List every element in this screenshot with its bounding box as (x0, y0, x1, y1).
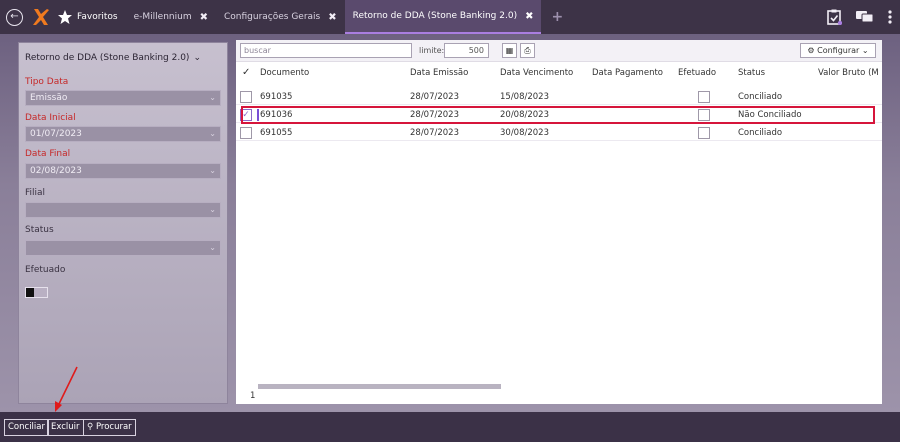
tab-configuracoes-gerais[interactable]: Configurações Gerais ✖ (216, 0, 345, 34)
emissao-cell: 28/07/2023 (410, 92, 459, 102)
search-icon: ⚲ (87, 422, 94, 432)
data-final-label: Data Final (25, 149, 71, 159)
chevron-down-icon: ⌄ (209, 129, 216, 138)
table-row[interactable]: 691055 28/07/2023 30/08/2023 Conciliado (236, 125, 882, 141)
export-icon[interactable]: ▦ (502, 43, 517, 58)
procurar-label: Procurar (95, 422, 132, 432)
data-final-value: 02/08/2023 (30, 166, 82, 176)
status-cell: Conciliado (738, 92, 783, 102)
limit-input[interactable]: 500 (444, 43, 489, 58)
filial-label: Filial (25, 188, 46, 198)
column-header[interactable]: Data Emissão (410, 68, 468, 78)
row-checkbox[interactable] (240, 91, 252, 103)
grid-toolbar: buscar limite: 500 ▦ ⎙ ⚙ Configurar ⌄ (236, 40, 882, 62)
efetuado-checkbox[interactable] (698, 91, 710, 103)
column-header[interactable]: Status (738, 68, 765, 78)
status-cell: Conciliado (738, 128, 783, 138)
column-header[interactable]: Data Pagamento (592, 68, 663, 78)
top-right-actions (826, 0, 892, 34)
column-header[interactable]: Efetuado (678, 68, 716, 78)
chevron-down-icon: ⌄ (209, 93, 216, 102)
column-header[interactable]: Data Vencimento (500, 68, 573, 78)
conciliar-button[interactable]: Conciliar (4, 419, 49, 436)
chevron-down-icon: ⌄ (861, 46, 869, 55)
filter-title-text: Retorno de DDA (Stone Banking 2.0) (25, 53, 190, 63)
chevron-down-icon: ⌄ (209, 205, 216, 214)
filial-select[interactable]: ⌄ (25, 202, 221, 218)
tab-label: e-Millennium (133, 12, 192, 22)
tab-favoritos[interactable]: Favoritos (73, 0, 126, 34)
tab-label: Configurações Gerais (223, 12, 321, 22)
data-inicial-field[interactable]: 01/07/2023 ⌄ (25, 126, 221, 142)
chevron-down-icon: ⌄ (193, 53, 201, 63)
chevron-down-icon: ⌄ (209, 243, 216, 252)
close-icon[interactable]: ✖ (328, 12, 336, 23)
tab-e-millennium[interactable]: e-Millennium ✖ (126, 0, 216, 34)
table-row[interactable]: 691035 28/07/2023 15/08/2023 Conciliado (236, 89, 882, 105)
vencimento-cell: 30/08/2023 (500, 128, 549, 138)
close-icon[interactable]: ✖ (200, 12, 208, 23)
excluir-button[interactable]: Excluir (47, 419, 84, 436)
tipo-data-value: Emissão (30, 93, 68, 103)
kebab-menu-icon[interactable] (888, 10, 892, 24)
configurar-button[interactable]: ⚙ Configurar ⌄ (800, 43, 876, 58)
emissao-cell: 28/07/2023 (410, 128, 459, 138)
search-input[interactable]: buscar (240, 43, 412, 58)
column-header[interactable]: Documento (260, 68, 309, 78)
bottom-action-bar: Conciliar Excluir ⚲ Procurar (0, 412, 900, 442)
status-select[interactable]: ⌄ (25, 240, 221, 256)
back-arrow-circle-icon[interactable]: ← (6, 8, 23, 26)
data-final-field[interactable]: 02/08/2023 ⌄ (25, 163, 221, 179)
main-area: Retorno de DDA (Stone Banking 2.0) ⌄ Tip… (0, 34, 900, 412)
filter-title[interactable]: Retorno de DDA (Stone Banking 2.0) ⌄ (25, 53, 201, 63)
selected-row-highlight (241, 106, 875, 124)
efetuado-checkbox[interactable] (698, 127, 710, 139)
chat-icon[interactable] (856, 10, 874, 24)
column-header[interactable]: Valor Bruto (M (818, 68, 882, 78)
select-all-check-icon[interactable]: ✓ (242, 67, 250, 78)
documento-cell: 691055 (260, 128, 293, 138)
results-grid: buscar limite: 500 ▦ ⎙ ⚙ Configurar ⌄ ✓ … (236, 40, 882, 404)
close-icon[interactable]: ✖ (525, 11, 533, 22)
efetuado-toggle[interactable] (25, 287, 48, 298)
row-checkbox[interactable] (240, 127, 252, 139)
data-inicial-value: 01/07/2023 (30, 129, 82, 139)
data-inicial-label: Data Inicial (25, 113, 76, 123)
procurar-button[interactable]: ⚲ Procurar (83, 419, 136, 436)
tab-label: Favoritos (77, 12, 118, 22)
print-icon[interactable]: ⎙ (520, 43, 535, 58)
chevron-down-icon: ⌄ (209, 166, 216, 175)
filter-panel: Retorno de DDA (Stone Banking 2.0) ⌄ Tip… (18, 42, 228, 404)
vencimento-cell: 15/08/2023 (500, 92, 549, 102)
gear-icon: ⚙ (807, 46, 815, 55)
add-tab-button[interactable]: + (541, 0, 573, 34)
documento-cell: 691035 (260, 92, 293, 102)
horizontal-scrollbar[interactable] (258, 384, 501, 389)
configurar-label: Configurar (817, 46, 860, 55)
tipo-data-label: Tipo Data (25, 77, 69, 87)
table-header: ✓ Documento Data Emissão Data Vencimento… (236, 64, 882, 82)
tipo-data-select[interactable]: Emissão ⌄ (25, 90, 221, 106)
star-icon (58, 10, 72, 24)
page-number[interactable]: 1 (250, 391, 255, 401)
status-label: Status (25, 225, 54, 235)
efetuado-label: Efetuado (25, 265, 66, 275)
toggle-knob (26, 288, 34, 297)
tab-label: Retorno de DDA (Stone Banking 2.0) (352, 11, 518, 21)
orange-x-logo (33, 9, 49, 25)
clipboard-check-icon[interactable] (826, 9, 842, 25)
limit-label: limite: (419, 46, 445, 55)
top-bar: ← Favoritos e-Millennium ✖ Configurações… (0, 0, 900, 34)
tab-retorno-dda[interactable]: Retorno de DDA (Stone Banking 2.0) ✖ (344, 0, 542, 34)
